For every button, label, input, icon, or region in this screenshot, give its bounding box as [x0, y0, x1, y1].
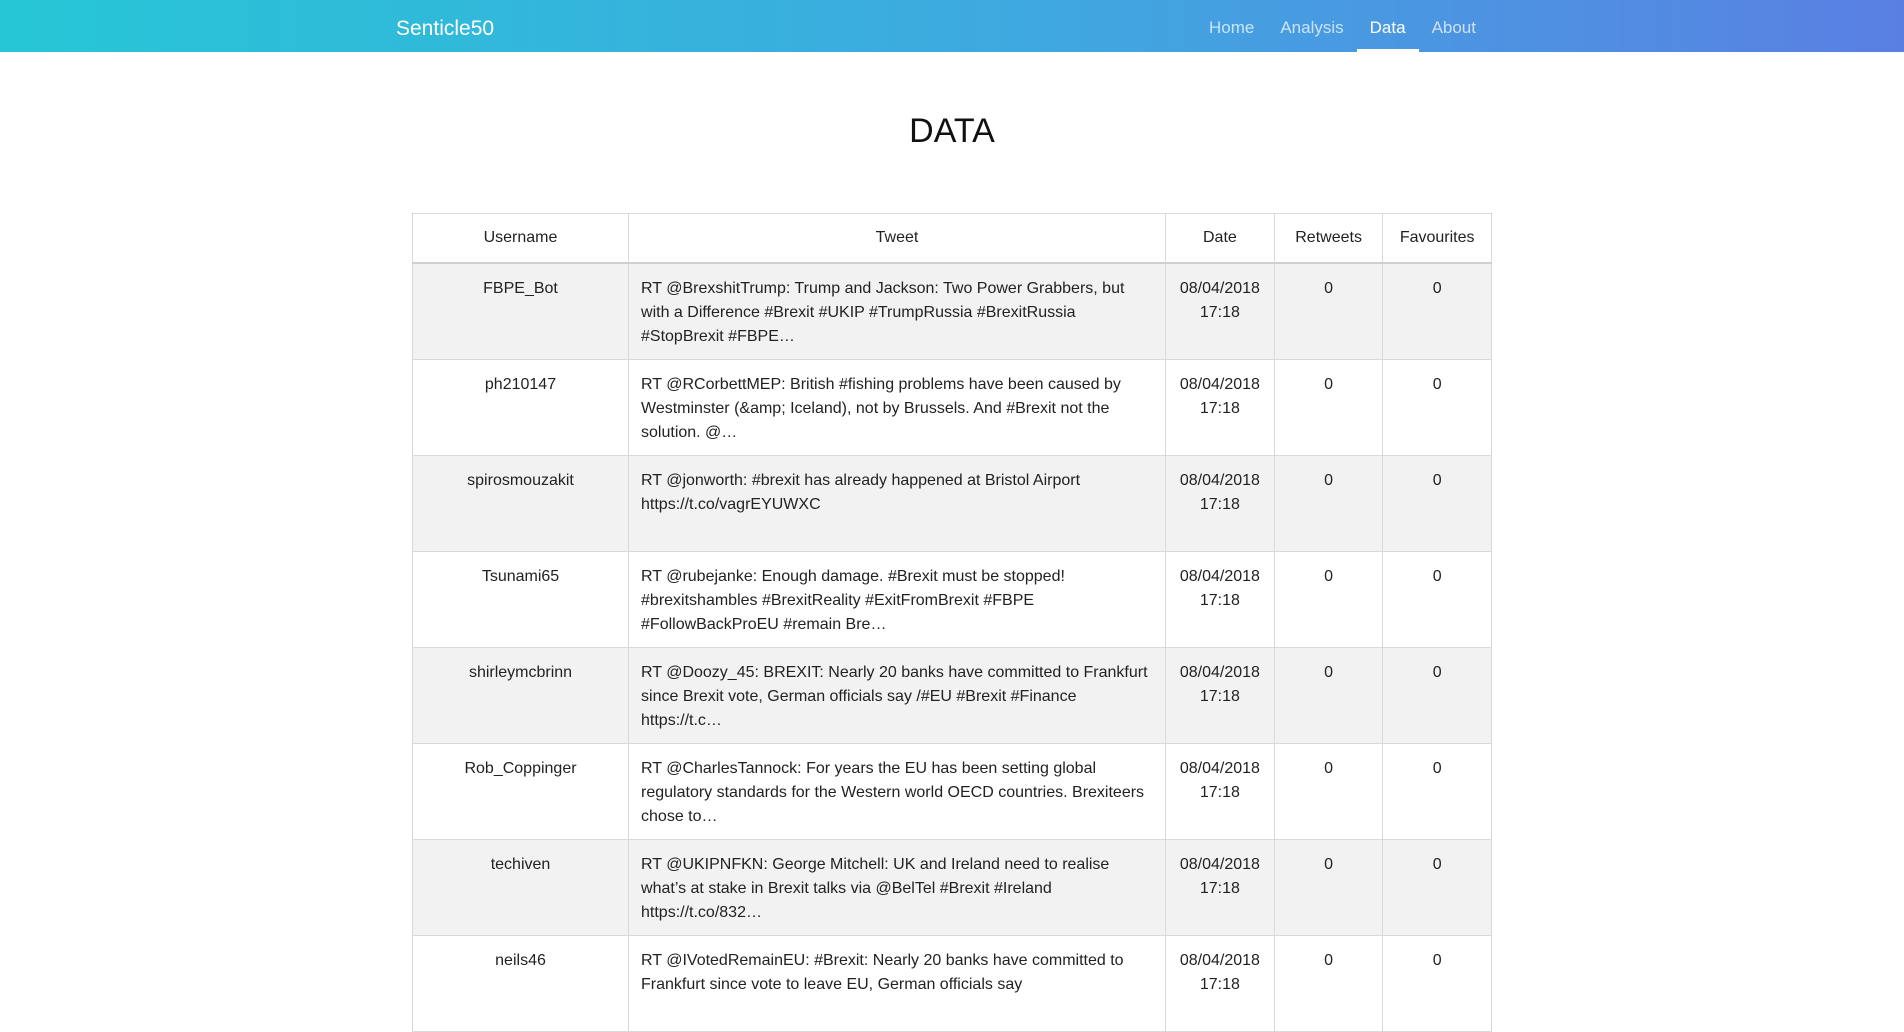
cell-date: 08/04/2018 17:18 — [1164, 742, 1275, 840]
cell-username: Tsunami65 — [411, 550, 630, 648]
cell-retweets: 0 — [1273, 454, 1384, 552]
cell-favourites: 0 — [1382, 262, 1492, 360]
table-row: spirosmouzakit RT @jonworth: #brexit has… — [411, 454, 1492, 552]
cell-favourites: 0 — [1382, 358, 1492, 456]
cell-retweets: 0 — [1273, 742, 1384, 840]
column-header-date: Date — [1164, 213, 1275, 264]
column-header-favourites: Favourites — [1382, 213, 1492, 264]
cell-tweet: RT @Doozy_45: BREXIT: Nearly 20 banks ha… — [628, 646, 1166, 744]
nav-link-data[interactable]: Data — [1356, 0, 1419, 52]
cell-favourites: 0 — [1382, 454, 1492, 552]
nav-link-about[interactable]: About — [1419, 0, 1489, 52]
cell-retweets: 0 — [1273, 550, 1384, 648]
cell-favourites: 0 — [1382, 838, 1492, 936]
brand-logo-link[interactable]: Senticle50 — [396, 0, 494, 52]
table-row: neils46 RT @IVotedRemainEU: #Brexit: Nea… — [411, 934, 1492, 1032]
cell-username: techiven — [411, 838, 630, 936]
cell-username: Rob_Coppinger — [411, 742, 630, 840]
tweets-table-container: Username Tweet Date Retweets Favourites … — [411, 213, 1492, 1032]
nav-link-home[interactable]: Home — [1196, 0, 1267, 52]
cell-tweet: RT @UKIPNFKN: George Mitchell: UK and Ir… — [628, 838, 1166, 936]
cell-retweets: 0 — [1273, 838, 1384, 936]
column-header-username: Username — [411, 213, 630, 264]
cell-date: 08/04/2018 17:18 — [1164, 838, 1275, 936]
table-header-row: Username Tweet Date Retweets Favourites — [411, 213, 1492, 264]
cell-tweet: RT @IVotedRemainEU: #Brexit: Nearly 20 b… — [628, 934, 1166, 1032]
tweets-table: Username Tweet Date Retweets Favourites … — [411, 213, 1492, 1032]
nav-links: Home Analysis Data About — [1196, 0, 1489, 52]
cell-username: ph210147 — [411, 358, 630, 456]
cell-favourites: 0 — [1382, 550, 1492, 648]
page-title: DATA — [909, 112, 995, 150]
table-row: techiven RT @UKIPNFKN: George Mitchell: … — [411, 838, 1492, 936]
table-row: FBPE_Bot RT @BrexshitTrump: Trump and Ja… — [411, 262, 1492, 360]
cell-tweet: RT @jonworth: #brexit has already happen… — [628, 454, 1166, 552]
cell-retweets: 0 — [1273, 262, 1384, 360]
cell-date: 08/04/2018 17:18 — [1164, 454, 1275, 552]
cell-favourites: 0 — [1382, 742, 1492, 840]
cell-date: 08/04/2018 17:18 — [1164, 550, 1275, 648]
table-body: FBPE_Bot RT @BrexshitTrump: Trump and Ja… — [411, 262, 1492, 1032]
column-header-retweets: Retweets — [1273, 213, 1384, 264]
table-row: Rob_Coppinger RT @CharlesTannock: For ye… — [411, 742, 1492, 840]
table-row: Tsunami65 RT @rubejanke: Enough damage. … — [411, 550, 1492, 648]
nav-link-analysis[interactable]: Analysis — [1267, 0, 1356, 52]
cell-retweets: 0 — [1273, 358, 1384, 456]
table-row: ph210147 RT @RCorbettMEP: British #fishi… — [411, 358, 1492, 456]
cell-favourites: 0 — [1382, 646, 1492, 744]
cell-date: 08/04/2018 17:18 — [1164, 358, 1275, 456]
cell-username: shirleymcbrinn — [411, 646, 630, 744]
cell-username: FBPE_Bot — [411, 262, 630, 360]
cell-username: spirosmouzakit — [411, 454, 630, 552]
cell-tweet: RT @BrexshitTrump: Trump and Jackson: Tw… — [628, 262, 1166, 360]
top-navbar: Senticle50 Home Analysis Data About — [0, 0, 1904, 52]
cell-username: neils46 — [411, 934, 630, 1032]
cell-date: 08/04/2018 17:18 — [1164, 262, 1275, 360]
cell-retweets: 0 — [1273, 934, 1384, 1032]
cell-favourites: 0 — [1382, 934, 1492, 1032]
cell-tweet: RT @RCorbettMEP: British #fishing proble… — [628, 358, 1166, 456]
table-row: shirleymcbrinn RT @Doozy_45: BREXIT: Nea… — [411, 646, 1492, 744]
cell-date: 08/04/2018 17:18 — [1164, 934, 1275, 1032]
column-header-tweet: Tweet — [628, 213, 1166, 264]
cell-date: 08/04/2018 17:18 — [1164, 646, 1275, 744]
cell-tweet: RT @CharlesTannock: For years the EU has… — [628, 742, 1166, 840]
cell-retweets: 0 — [1273, 646, 1384, 744]
cell-tweet: RT @rubejanke: Enough damage. #Brexit mu… — [628, 550, 1166, 648]
